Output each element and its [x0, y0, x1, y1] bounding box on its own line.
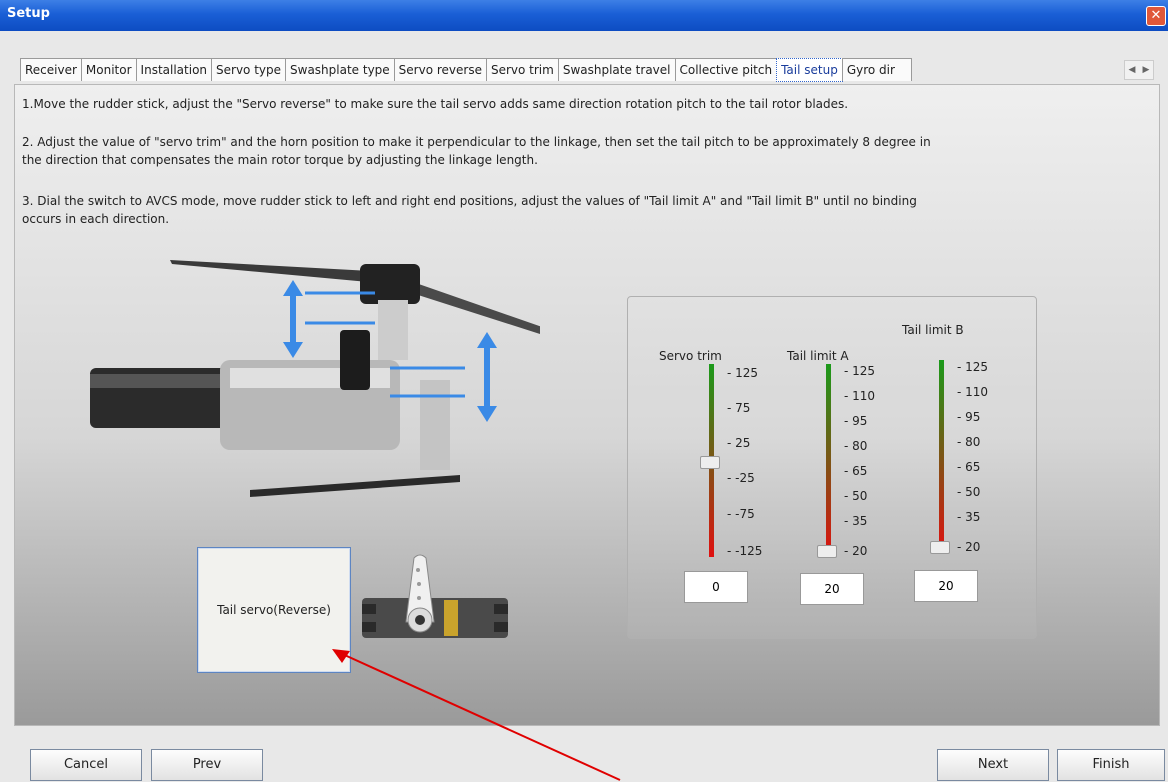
close-icon[interactable]: ✕ [1146, 6, 1166, 26]
servo-trim-tick: - 75 [727, 401, 751, 415]
tab-scroll-left-icon[interactable]: ◀ [1129, 65, 1136, 75]
servo-trim-tick: - -25 [727, 471, 755, 485]
tail-limit-a-slider-track[interactable] [826, 364, 831, 557]
instruction-step1: 1.Move the rudder stick, adjust the "Ser… [22, 97, 849, 111]
tab-tail-setup[interactable]: Tail setup [776, 58, 843, 82]
tail-limit-a-tick: - 80 [844, 439, 868, 453]
tail-limit-a-tick: - 110 [844, 389, 876, 403]
tail-limit-a-value[interactable]: 20 [800, 573, 864, 605]
tail-limit-b-tick: - 35 [957, 510, 981, 524]
tail-limit-b-tick: - 95 [957, 410, 981, 424]
next-button[interactable]: Next [937, 749, 1049, 781]
tab-collective-pitch[interactable]: Collective pitch [674, 58, 778, 81]
tail-limit-a-tick: - 95 [844, 414, 868, 428]
servo-trim-tick: - -75 [727, 507, 755, 521]
instruction-step3a: 3. Dial the switch to AVCS mode, move ru… [22, 194, 917, 208]
tab-servo-type[interactable]: Servo type [211, 58, 287, 81]
servo-trim-tick: - 125 [727, 366, 759, 380]
cancel-button[interactable]: Cancel [30, 749, 142, 781]
tail-limit-a-tick: - 125 [844, 364, 876, 378]
tail-limit-b-tick: - 50 [957, 485, 981, 499]
tail-limit-a-tick: - 35 [844, 514, 868, 528]
tab-scroll-right-icon[interactable]: ▶ [1143, 65, 1150, 75]
tail-limit-b-tick: - 80 [957, 435, 981, 449]
tail-limit-b-tick: - 125 [957, 360, 989, 374]
tail-limit-a-tick: - 65 [844, 464, 868, 478]
finish-button[interactable]: Finish [1057, 749, 1165, 781]
window-title: Setup [7, 6, 50, 21]
servo-trim-slider-thumb[interactable] [700, 456, 720, 469]
tail-limit-a-label: Tail limit A [787, 349, 849, 363]
tail-limit-a-tick: - 50 [844, 489, 868, 503]
tab-receiver[interactable]: Receiver [20, 58, 82, 81]
annotation-arrow [332, 649, 621, 781]
title-bar: Setup ✕ [0, 0, 1168, 31]
tail-servo-reverse-label: Tail servo(Reverse) [217, 603, 331, 617]
instruction-step2b: the direction that compensates the main … [22, 153, 538, 167]
tab-swashplate-type[interactable]: Swashplate type [285, 58, 395, 81]
tail-limit-a-slider-thumb[interactable] [817, 545, 837, 558]
servo-trim-tick: - 25 [727, 436, 751, 450]
tab-installation[interactable]: Installation [135, 58, 213, 81]
tab-scroll-arrows: ◀ ▶ [1124, 60, 1154, 80]
tab-gyro-dir[interactable]: Gyro dir [841, 58, 912, 81]
tail-limit-a-tick: - 20 [844, 544, 868, 558]
instruction-step2a: 2. Adjust the value of "servo trim" and … [22, 135, 931, 149]
servo-trim-tick: - -125 [727, 544, 763, 558]
instruction-step3b: occurs in each direction. [22, 212, 170, 226]
tail-limit-b-value[interactable]: 20 [914, 570, 978, 602]
tail-limit-b-label: Tail limit B [902, 323, 964, 337]
tab-servo-trim[interactable]: Servo trim [485, 58, 559, 81]
tab-swashplate-travel[interactable]: Swashplate travel [557, 58, 676, 81]
tail-limit-b-slider-track[interactable] [939, 360, 944, 553]
tab-bar: Receiver Monitor Installation Servo type… [20, 58, 912, 82]
tail-limit-b-tick: - 110 [957, 385, 989, 399]
helicopter-tail-image [90, 260, 540, 497]
prev-button[interactable]: Prev [151, 749, 263, 781]
servo-trim-value[interactable]: 0 [684, 571, 748, 603]
tab-monitor[interactable]: Monitor [80, 58, 137, 81]
tail-limit-b-tick: - 20 [957, 540, 981, 554]
servo-trim-label: Servo trim [659, 349, 722, 363]
tail-limit-b-tick: - 65 [957, 460, 981, 474]
tail-limit-b-slider-thumb[interactable] [930, 541, 950, 554]
tab-servo-reverse[interactable]: Servo reverse [393, 58, 487, 81]
